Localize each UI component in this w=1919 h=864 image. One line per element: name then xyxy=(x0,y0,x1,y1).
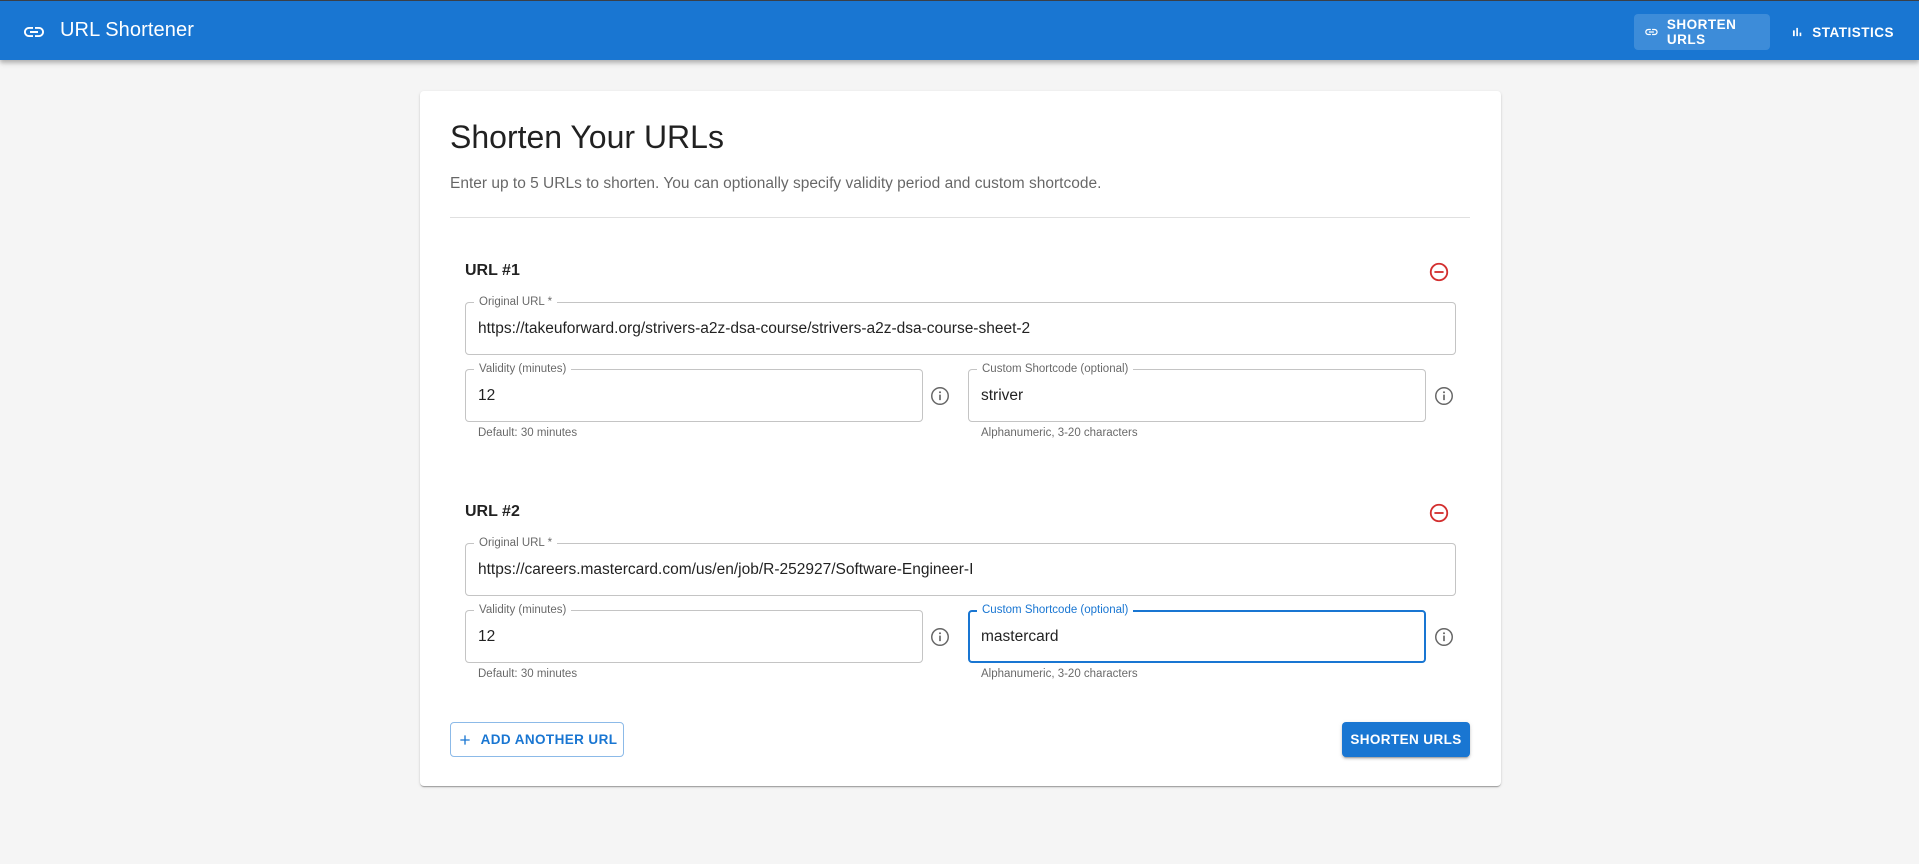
nav-shorten-urls-button[interactable]: SHORTEN URLS xyxy=(1634,14,1770,50)
url-1-shortcode-input[interactable] xyxy=(981,370,1413,421)
url-1-shortcode-field[interactable]: Custom Shortcode (optional) xyxy=(968,362,1426,422)
page-subtitle: Enter up to 5 URLs to shorten. You can o… xyxy=(450,175,1102,192)
link-icon xyxy=(24,27,44,37)
add-another-url-button[interactable]: ADD ANOTHER URL xyxy=(450,722,624,757)
nav-shorten-urls-label: SHORTEN URLS xyxy=(1666,17,1737,47)
info-icon[interactable] xyxy=(929,385,951,407)
url-2-original-url-field[interactable]: Original URL * xyxy=(465,536,1456,596)
shorten-form-card: Shorten Your URLs Enter up to 5 URLs to … xyxy=(420,91,1501,786)
app-title: URL Shortener xyxy=(60,19,194,41)
url-1-title: URL #1 xyxy=(465,262,520,279)
url-1-shortcode-helper: Alphanumeric, 3-20 characters xyxy=(981,427,1138,439)
remove-circle-icon[interactable] xyxy=(1428,502,1450,524)
url-2-validity-field[interactable]: Validity (minutes) xyxy=(465,603,923,663)
link-icon xyxy=(1645,28,1658,36)
url-2-shortcode-helper: Alphanumeric, 3-20 characters xyxy=(981,668,1138,680)
nav-statistics-label: STATISTICS xyxy=(1812,24,1894,40)
plus-icon xyxy=(459,734,470,745)
info-icon[interactable] xyxy=(1433,626,1455,648)
url-1-original-url-field[interactable]: Original URL * xyxy=(465,295,1456,355)
shorten-urls-submit-label: SHORTEN URLS xyxy=(1350,732,1462,747)
url-2-title: URL #2 xyxy=(465,503,520,520)
url-2-shortcode-input[interactable] xyxy=(981,612,1412,661)
app-bar: URL Shortener SHORTEN URLS STATISTICS xyxy=(0,0,1919,60)
page-title: Shorten Your URLs xyxy=(450,119,724,155)
url-2-original-url-input[interactable] xyxy=(478,544,1443,595)
nav-statistics-button[interactable]: STATISTICS xyxy=(1780,14,1904,50)
url-1-validity-input[interactable] xyxy=(478,370,910,421)
url-1-validity-helper: Default: 30 minutes xyxy=(478,427,578,439)
url-1-original-url-input[interactable] xyxy=(478,303,1443,354)
info-icon[interactable] xyxy=(929,626,951,648)
add-another-url-label: ADD ANOTHER URL xyxy=(480,732,618,747)
remove-circle-icon[interactable] xyxy=(1428,261,1450,283)
url-2-validity-helper: Default: 30 minutes xyxy=(478,668,578,680)
url-1-validity-field[interactable]: Validity (minutes) xyxy=(465,362,923,422)
info-icon[interactable] xyxy=(1433,385,1455,407)
bar-chart-icon xyxy=(1792,27,1802,37)
url-2-validity-input[interactable] xyxy=(478,611,910,662)
url-2-shortcode-field[interactable]: Custom Shortcode (optional) xyxy=(968,603,1426,663)
shorten-urls-submit-button[interactable]: SHORTEN URLS xyxy=(1342,722,1470,757)
divider xyxy=(450,217,1470,218)
